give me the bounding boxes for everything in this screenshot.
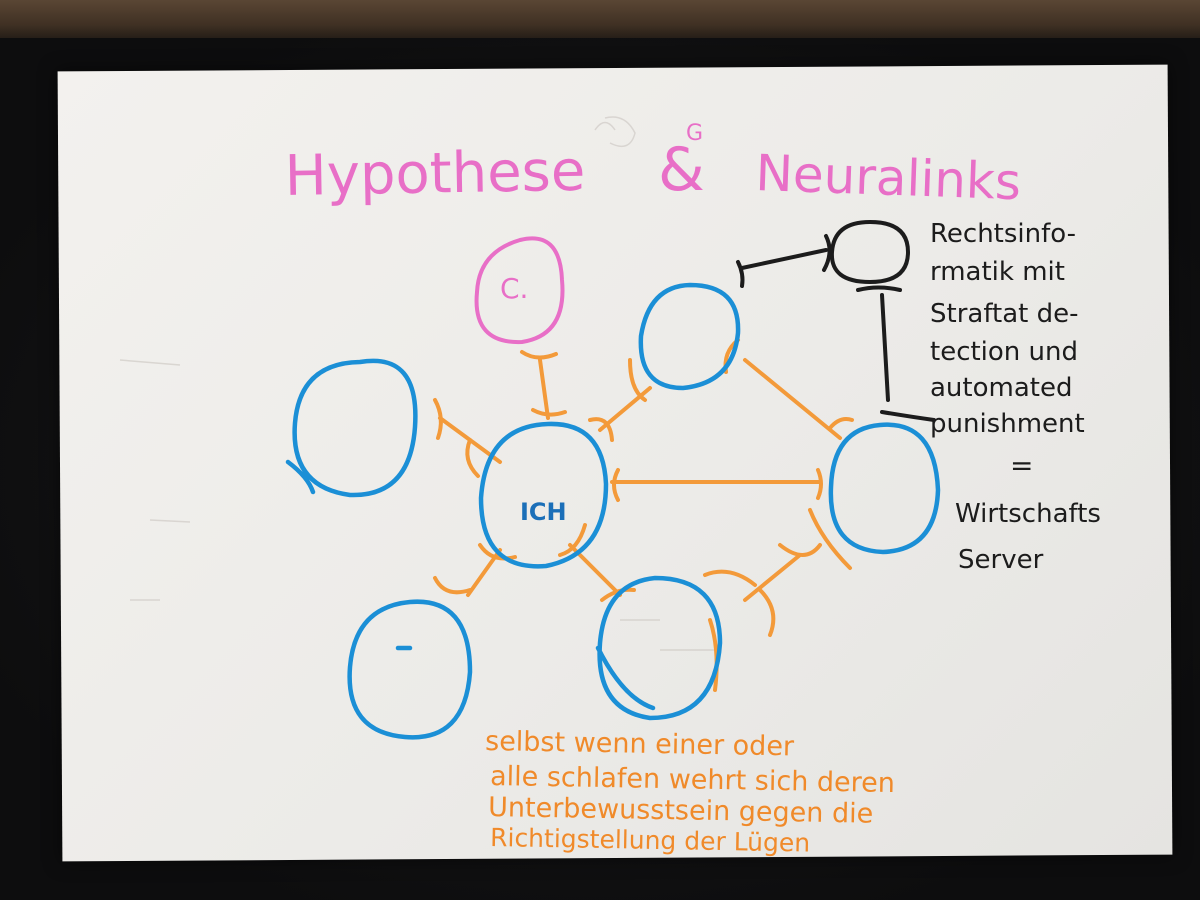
handwritten-diagram: Hypothese & G Neuralinks C. ICH Rechtsin… <box>119 116 1101 858</box>
node-top-pink: C. <box>474 236 565 345</box>
bottom-note-line-4: Richtigstellung der Lügen <box>490 823 811 858</box>
orange-connections <box>433 338 854 692</box>
side-note: Rechtsinfo- rmatik mit Straftat de- tect… <box>930 219 1101 575</box>
title-part-2: Neuralinks <box>755 144 1022 211</box>
node-top-right <box>638 282 741 391</box>
side-note-line-1: Rechtsinfo- <box>930 219 1076 249</box>
node-bottom <box>595 575 723 721</box>
side-note-line-4: tection und <box>930 337 1078 367</box>
bottom-note: selbst wenn einer oder alle schlafen weh… <box>485 726 895 858</box>
node-center-label: ICH <box>520 498 567 526</box>
node-right <box>828 422 941 555</box>
title: Hypothese & G Neuralinks <box>284 121 1022 211</box>
node-top-label: C. <box>500 272 528 305</box>
title-part-1: Hypothese <box>284 139 586 209</box>
bottom-note-line-1: selbst wenn einer oder <box>485 726 795 762</box>
node-center <box>478 421 609 569</box>
side-note-line-5: automated <box>930 373 1072 403</box>
side-note-line-6: punishment <box>930 409 1085 439</box>
side-note-line-9: Server <box>958 545 1044 575</box>
node-bottom-left <box>347 599 473 740</box>
title-ampersand-small: G <box>686 121 703 146</box>
photo-scene: Hypothese & G Neuralinks C. ICH Rechtsin… <box>0 0 1200 900</box>
side-note-line-3: Straftat de- <box>930 299 1078 329</box>
node-left <box>285 358 418 498</box>
side-note-line-2: rmatik mit <box>930 257 1065 287</box>
side-note-line-7: = <box>1010 449 1033 482</box>
side-note-line-8: Wirtschafts <box>955 499 1101 529</box>
blue-nodes <box>285 282 941 740</box>
annotation-circle <box>829 219 911 285</box>
